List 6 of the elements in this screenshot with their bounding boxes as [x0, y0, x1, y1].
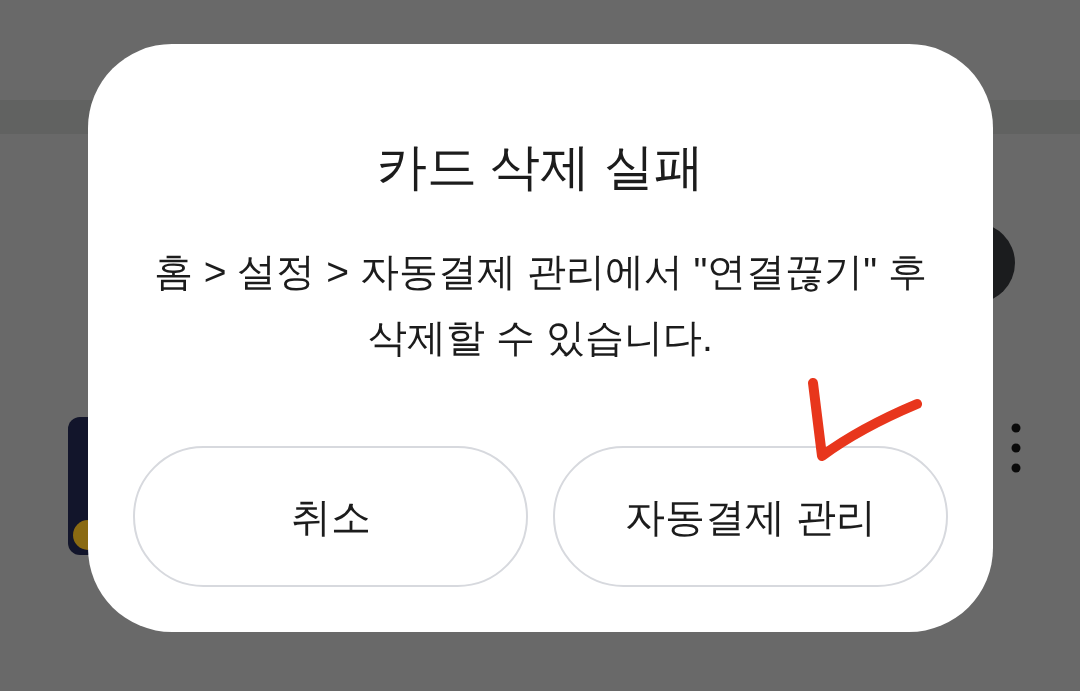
cancel-button[interactable]: 취소	[133, 446, 528, 587]
manage-autopay-button[interactable]: 자동결제 관리	[553, 446, 948, 587]
hand-drawn-check-icon	[808, 378, 922, 461]
dialog-title: 카드 삭제 실패	[375, 139, 706, 195]
more-options-icon[interactable]	[1010, 423, 1022, 473]
dialog-message: 홈 > 설정 > 자동결제 관리에서 "연결끊기" 후 삭제할 수 있습니다.	[152, 249, 929, 361]
